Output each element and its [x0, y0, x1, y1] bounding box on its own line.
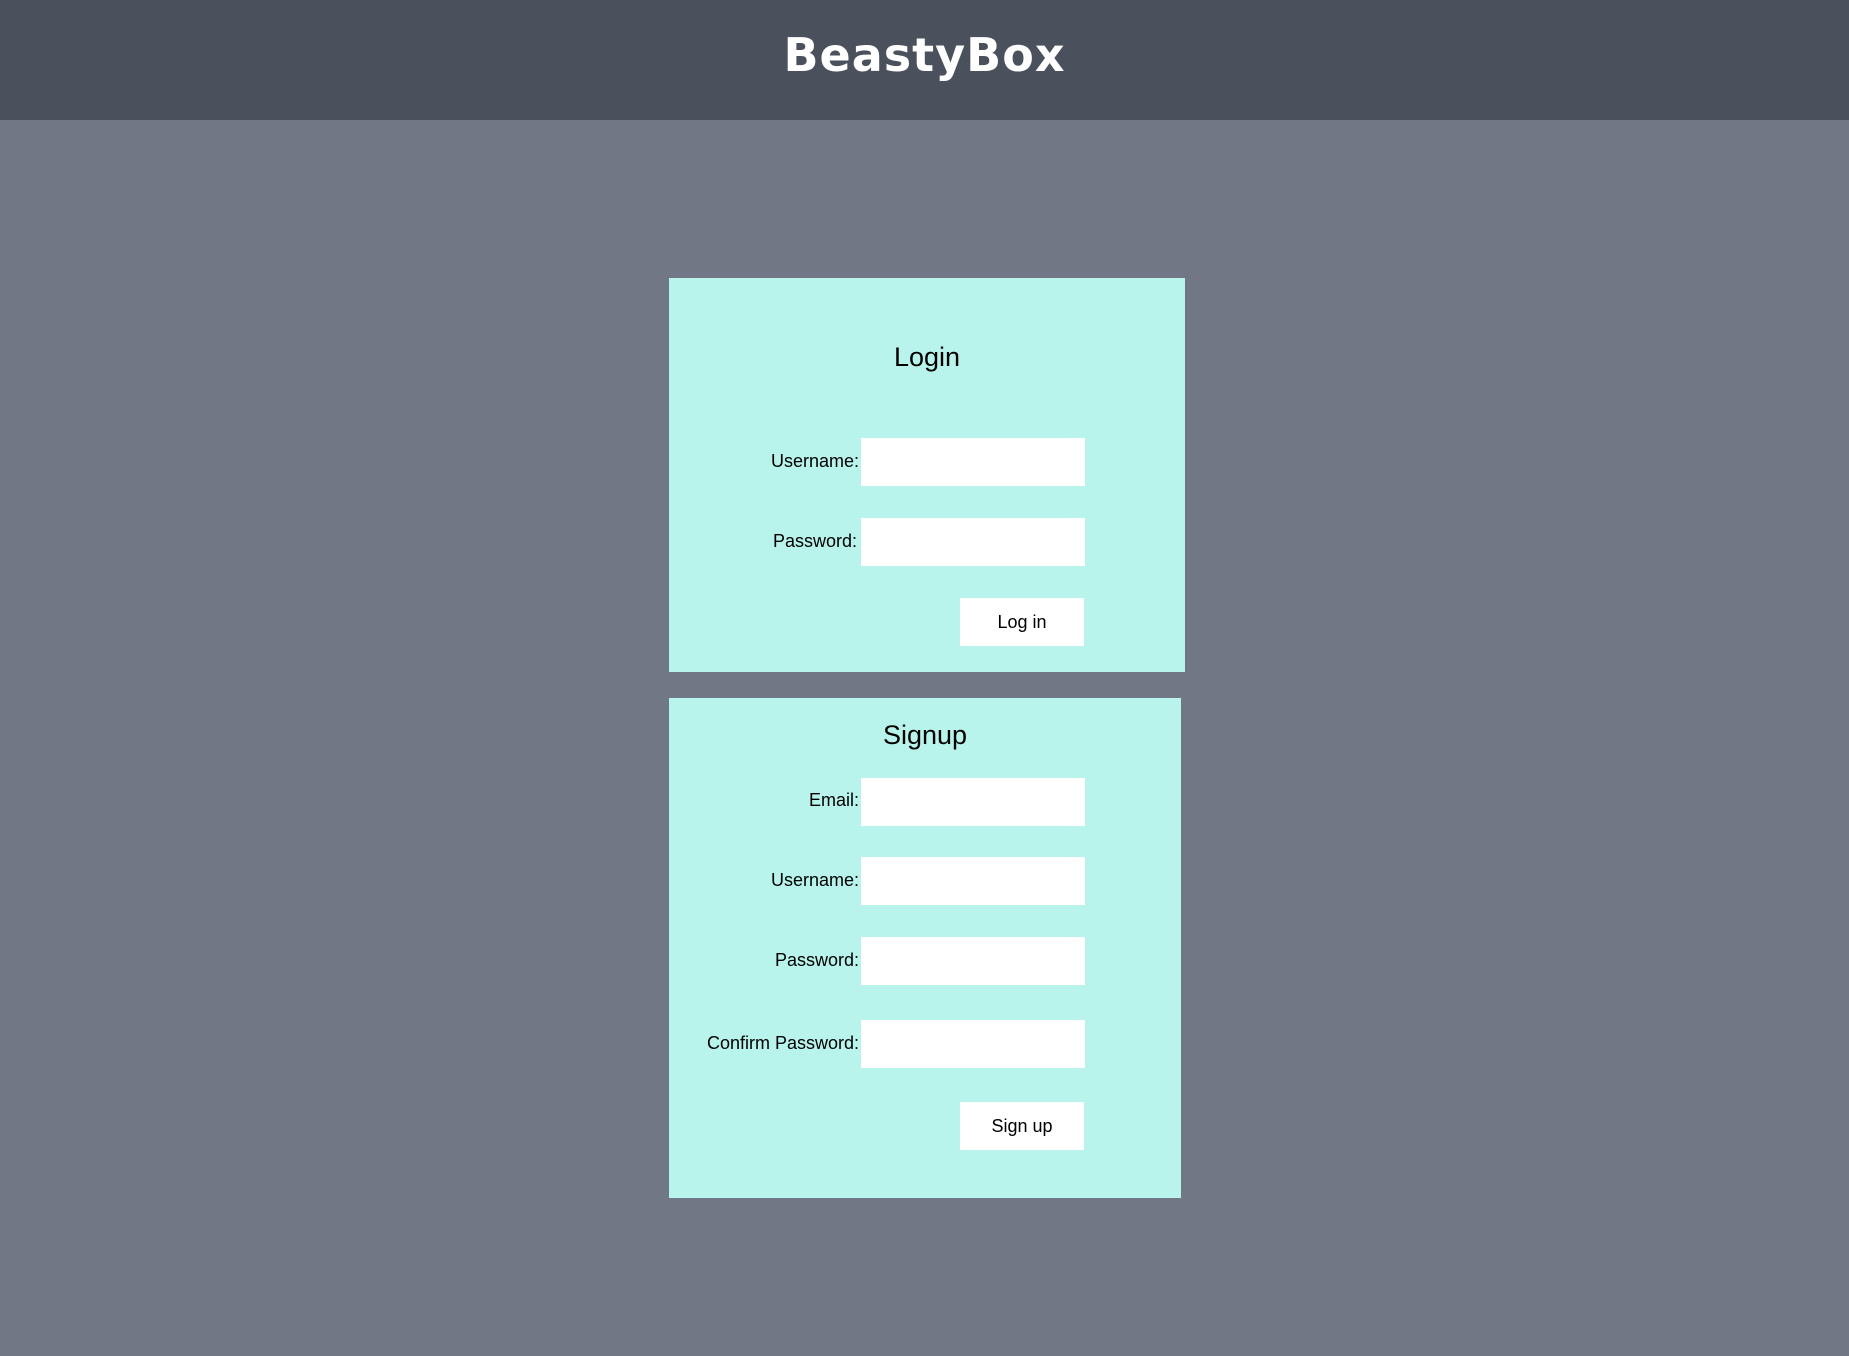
login-card: Login Username: Password: Log in: [669, 278, 1185, 672]
signup-password-label: Password:: [774, 950, 859, 970]
login-title: Login: [893, 342, 961, 372]
login-password-label: Password:: [772, 531, 857, 551]
signup-username-input[interactable]: [861, 857, 1085, 905]
signup-title: Signup: [882, 720, 968, 750]
login-button[interactable]: Log in: [960, 598, 1084, 646]
signup-username-label: Username:: [770, 870, 859, 890]
app-header: BeastyBox: [0, 0, 1849, 120]
login-username-input[interactable]: [861, 438, 1085, 486]
signup-confirm-password-label: Confirm Password:: [706, 1033, 859, 1053]
signup-card: Signup Email: Username: Password: Confir…: [669, 698, 1181, 1198]
signup-button[interactable]: Sign up: [960, 1102, 1084, 1150]
signup-password-input[interactable]: [861, 937, 1085, 985]
login-password-input[interactable]: [861, 518, 1085, 566]
brand-logo[interactable]: BeastyBox: [784, 28, 1066, 82]
signup-email-input[interactable]: [861, 778, 1085, 826]
login-username-label: Username:: [770, 451, 859, 471]
signup-email-label: Email:: [808, 790, 859, 810]
signup-confirm-password-input[interactable]: [861, 1020, 1085, 1068]
